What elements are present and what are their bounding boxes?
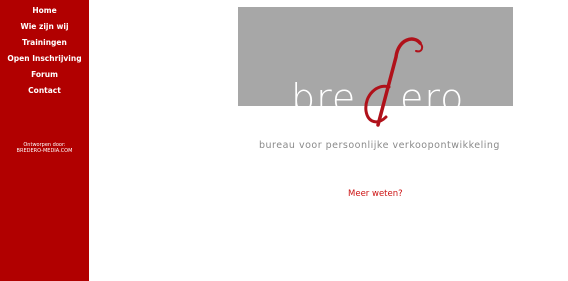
designer-credit: Ontworpen door: BREDERO-MEDIA.COM	[0, 142, 89, 154]
logo-text-right: ero	[400, 76, 464, 120]
nav-item-contact[interactable]: Contact	[0, 86, 89, 102]
more-info-link[interactable]: Meer weten?	[348, 189, 403, 199]
nav-item-trainingen[interactable]: Trainingen	[0, 38, 89, 54]
nav-item-home[interactable]: Home	[0, 6, 89, 22]
nav-item-forum[interactable]: Forum	[0, 70, 89, 86]
credit-link[interactable]: BREDERO-MEDIA.COM	[0, 148, 89, 154]
main-content: bre ero bureau voor persoonlijke verkoop…	[89, 0, 568, 281]
page: Home Wie zijn wij Trainingen Open Inschr…	[0, 0, 568, 281]
tagline: bureau voor persoonlijke verkoopontwikke…	[259, 140, 500, 151]
nav-item-open-inschrijving[interactable]: Open Inschrijving	[0, 54, 89, 70]
logo-text-left: bre	[291, 76, 356, 120]
main-nav: Home Wie zijn wij Trainingen Open Inschr…	[0, 0, 89, 102]
nav-item-wie-zijn-wij[interactable]: Wie zijn wij	[0, 22, 89, 38]
bredero-logo: bre ero	[291, 37, 464, 127]
sidebar: Home Wie zijn wij Trainingen Open Inschr…	[0, 0, 89, 281]
